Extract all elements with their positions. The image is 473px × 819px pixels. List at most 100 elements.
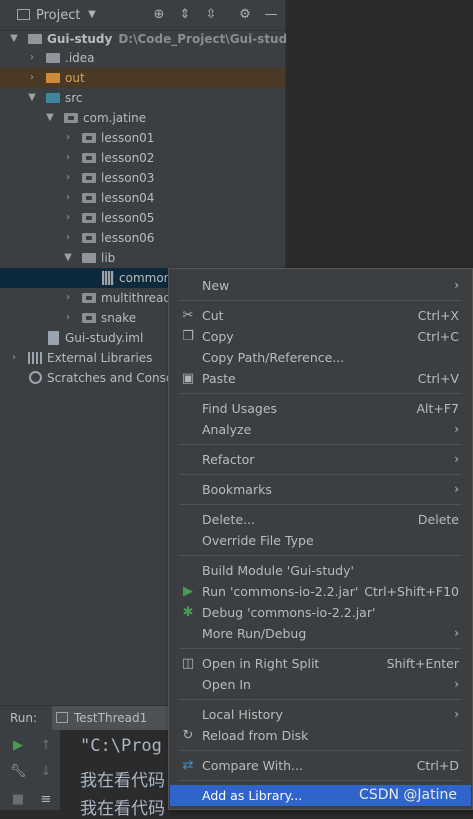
menu-item-local-history[interactable]: Local History › — [170, 704, 471, 725]
chevron-right-icon[interactable]: › — [62, 228, 74, 248]
menu-separator — [179, 648, 462, 649]
menu-item-open-right-split[interactable]: ◫ Open in Right Split Shift+Enter — [170, 653, 471, 674]
chevron-down-icon[interactable]: ▼ — [83, 6, 101, 24]
menu-shortcut: Alt+F7 — [416, 401, 459, 416]
tree-item-lesson06[interactable]: › lesson06 — [0, 228, 285, 248]
wrench-icon[interactable]: 🔧︎ — [8, 762, 28, 782]
tree-item-lesson01[interactable]: › lesson01 — [0, 128, 285, 148]
menu-label: Bookmarks — [202, 482, 272, 497]
chevron-right-icon[interactable]: › — [62, 148, 74, 168]
menu-item-refactor[interactable]: Refactor › — [170, 449, 471, 470]
menu-item-compare-with[interactable]: ⇄ Compare With... Ctrl+D — [170, 755, 471, 776]
minimize-icon[interactable]: — — [262, 6, 280, 24]
rerun-icon[interactable]: ▶ — [8, 736, 28, 756]
tree-item-lesson02[interactable]: › lesson02 — [0, 148, 285, 168]
tree-item-root[interactable]: ▼ Gui-study D:\Code_Project\Gui-study — [0, 29, 295, 49]
stop-icon[interactable]: ■ — [8, 790, 28, 810]
chevron-right-icon[interactable]: › — [62, 308, 74, 328]
menu-item-open-in[interactable]: Open In › — [170, 674, 471, 695]
menu-separator — [179, 780, 462, 781]
copy-icon: ❐ — [182, 329, 194, 344]
menu-item-run[interactable]: ▶ Run 'commons-io-2.2.jar' Ctrl+Shift+F1… — [170, 581, 471, 602]
collapse-all-icon[interactable]: ⇳ — [202, 6, 220, 24]
menu-separator — [179, 699, 462, 700]
menu-label: Delete... — [202, 512, 255, 527]
folder-icon — [46, 53, 60, 63]
tree-item-lesson03[interactable]: › lesson03 — [0, 168, 285, 188]
chevron-down-icon[interactable]: ▼ — [26, 88, 38, 108]
menu-item-find-usages[interactable]: Find Usages Alt+F7 — [170, 398, 471, 419]
menu-item-more-run-debug[interactable]: More Run/Debug › — [170, 623, 471, 644]
scissors-icon: ✂ — [182, 308, 194, 323]
tree-item-lesson05[interactable]: › lesson05 — [0, 208, 285, 228]
chevron-down-icon[interactable]: ▼ — [62, 248, 74, 268]
menu-shortcut: Delete — [417, 512, 459, 527]
chevron-right-icon: › — [454, 482, 459, 496]
tree-label: out — [65, 71, 85, 85]
chevron-right-icon[interactable]: › — [26, 68, 38, 88]
menu-label: Open In — [202, 677, 251, 692]
tree-label: Gui-study.iml — [65, 331, 144, 345]
package-icon — [64, 113, 78, 123]
tree-item-src[interactable]: ▼ src — [0, 88, 285, 108]
tree-item-out[interactable]: › out — [0, 68, 285, 88]
chevron-right-icon[interactable]: › — [62, 188, 74, 208]
arrow-down-icon[interactable]: ↓ — [36, 762, 56, 782]
menu-item-new[interactable]: New › — [170, 275, 471, 296]
tree-item-lib[interactable]: ▼ lib — [0, 248, 285, 268]
chevron-right-icon[interactable]: › — [62, 128, 74, 148]
menu-shortcut: Ctrl+V — [417, 371, 459, 386]
menu-shortcut: Ctrl+C — [417, 329, 459, 344]
menu-label: Override File Type — [202, 533, 314, 548]
chevron-down-icon[interactable]: ▼ — [44, 108, 56, 128]
console-icon — [56, 712, 68, 723]
menu-item-bookmarks[interactable]: Bookmarks › — [170, 479, 471, 500]
chevron-right-icon[interactable]: › — [62, 168, 74, 188]
menu-item-copy-path[interactable]: Copy Path/Reference... — [170, 347, 471, 368]
menu-separator — [179, 300, 462, 301]
soft-wrap-icon[interactable]: ≡ — [36, 790, 56, 810]
split-icon: ◫ — [181, 656, 195, 671]
expand-all-icon[interactable]: ⇕ — [176, 6, 194, 24]
source-folder-icon — [46, 93, 60, 103]
chevron-right-icon[interactable]: › — [62, 288, 74, 308]
chevron-down-icon[interactable]: ▼ — [8, 29, 20, 49]
menu-separator — [179, 474, 462, 475]
menu-label: Find Usages — [202, 401, 278, 416]
folder-icon — [46, 73, 60, 83]
tree-item-lesson04[interactable]: › lesson04 — [0, 188, 285, 208]
chevron-right-icon[interactable]: › — [26, 48, 38, 68]
gear-icon[interactable]: ⚙ — [236, 6, 254, 24]
target-icon[interactable]: ⊕ — [150, 6, 168, 24]
menu-item-delete[interactable]: Delete... Delete — [170, 509, 471, 530]
menu-item-override-file-type[interactable]: Override File Type — [170, 530, 471, 551]
menu-item-paste[interactable]: ▣ Paste Ctrl+V — [170, 368, 471, 389]
run-tab[interactable]: TestThread1 — [52, 706, 172, 730]
menu-item-build-module[interactable]: Build Module 'Gui-study' — [170, 560, 471, 581]
package-icon — [82, 313, 96, 323]
tree-item-idea[interactable]: › .idea — [0, 48, 285, 68]
menu-separator — [179, 750, 462, 751]
menu-item-cut[interactable]: ✂ Cut Ctrl+X — [170, 305, 471, 326]
menu-shortcut: Shift+Enter — [386, 656, 459, 671]
project-view-title[interactable]: Project — [36, 8, 80, 23]
arrow-up-icon[interactable]: ↑ — [36, 736, 56, 756]
menu-label: New — [202, 278, 230, 293]
tree-item-package[interactable]: ▼ com.jatine — [0, 108, 285, 128]
chevron-right-icon[interactable]: › — [62, 208, 74, 228]
chevron-right-icon: › — [454, 677, 459, 691]
refresh-icon: ↻ — [182, 728, 194, 743]
menu-item-reload[interactable]: ↻ Reload from Disk — [170, 725, 471, 746]
menu-item-debug[interactable]: ✱ Debug 'commons-io-2.2.jar' — [170, 602, 471, 623]
menu-item-analyze[interactable]: Analyze › — [170, 419, 471, 440]
tree-label: lesson02 — [101, 151, 155, 165]
jar-icon — [102, 271, 114, 285]
project-view-icon — [17, 9, 30, 20]
chevron-right-icon[interactable]: › — [8, 348, 20, 368]
compare-arrows-icon: ⇄ — [182, 758, 194, 773]
root-path: D:\Code_Project\Gui-study — [118, 32, 296, 46]
module-file-icon — [48, 331, 59, 345]
menu-item-copy[interactable]: ❐ Copy Ctrl+C — [170, 326, 471, 347]
menu-separator — [179, 555, 462, 556]
menu-item-add-as-library[interactable]: Add as Library... CSDN @Jatine — [170, 785, 471, 806]
